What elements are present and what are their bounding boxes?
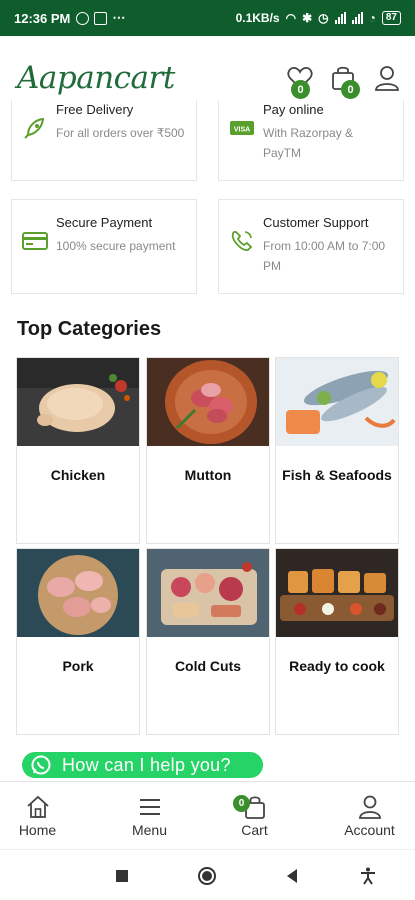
app-notification-icon [94,11,108,25]
home-icon [26,795,49,818]
status-bar: 12:36 PM ⋯ 0.1KB/s ◠ ✱ ◷ ◔ 87 [0,0,415,36]
chicken-image [17,358,139,446]
feature-title: Customer Support [263,215,369,230]
feature-title: Pay online [263,102,324,117]
category-label: Fish & Seafoods [282,467,392,483]
nav-account-label: Account [344,822,395,838]
more-notifications-icon: ⋯ [112,10,126,25]
category-label: Pork [62,658,94,674]
battery-icon: 87 [381,11,401,25]
headphone-icon: ◠ [285,11,297,25]
category-label: Chicken [50,467,106,483]
category-label: Mutton [184,467,232,483]
network-speed: 0.1KB/s [235,11,280,25]
whatsapp-notification-icon [76,11,90,25]
category-card-cold-cuts[interactable]: Cold Cuts [146,548,270,735]
hamburger-menu-icon [139,799,160,815]
visa-card-icon: VISA [230,121,254,135]
feature-desc: 100% secure payment [56,239,176,253]
rocket-icon [24,117,45,139]
category-card-pork[interactable]: Pork [16,548,140,735]
category-label: Cold Cuts [174,658,242,674]
fish-seafood-image [276,358,398,446]
category-card-chicken[interactable]: Chicken [16,357,140,544]
home-button-icon[interactable] [197,866,217,886]
credit-card-icon [22,232,48,250]
cold-cuts-image [147,549,269,637]
wifi-icon: ◔ [368,11,376,25]
bottom-navigation: Home Menu 0 Cart Account [0,781,415,849]
user-icon[interactable] [373,64,401,92]
ready-to-cook-image [276,549,398,637]
recent-apps-icon[interactable] [112,866,132,886]
section-title: Top Categories [17,318,162,340]
nav-home-label: Home [18,822,57,838]
feature-title: Free Delivery [56,102,134,117]
app-header: Aapancart 0 0 [0,36,415,100]
svg-text:VISA: VISA [234,127,250,134]
feature-card-pay-online: VISA Pay online With Razorpay & PayTM [218,100,404,181]
category-card-mutton[interactable]: Mutton [146,357,270,544]
nav-menu[interactable]: Menu [112,782,187,850]
nav-account[interactable]: Account [332,782,407,850]
nav-home[interactable]: Home [0,782,75,850]
system-navigation-bar [0,849,415,900]
user-icon [358,795,381,819]
nav-menu-label: Menu [131,822,168,838]
category-card-fish-seafoods[interactable]: Fish & Seafoods [275,357,399,544]
mutton-image [147,358,269,446]
feature-desc: From 10:00 AM to 7:00 PM [263,239,386,273]
bluetooth-icon: ✱ [302,11,313,25]
status-time: 12:36 PM [14,10,71,26]
nav-cart-count-badge: 0 [233,795,250,812]
signal-icon-2 [351,12,363,24]
feature-desc: For all orders over ₹500 [56,126,185,140]
features-section: Free Delivery For all orders over ₹500 V… [0,100,415,310]
brand-logo[interactable]: Aapancart [17,60,175,96]
accessibility-icon[interactable] [358,866,378,886]
wishlist-count-badge: 0 [291,80,310,99]
phone-icon [231,231,253,252]
feature-card-free-delivery: Free Delivery For all orders over ₹500 [11,100,197,181]
whatsapp-chat-label: How can I help you? [62,754,231,775]
back-icon[interactable] [282,866,302,886]
pork-image [17,549,139,637]
whatsapp-icon [31,755,51,775]
signal-icon [334,12,346,24]
feature-title: Secure Payment [56,215,153,230]
alarm-icon: ◷ [318,11,329,25]
feature-card-customer-support: Customer Support From 10:00 AM to 7:00 P… [218,199,404,294]
nav-cart-label: Cart [241,822,268,838]
feature-card-secure-payment: Secure Payment 100% secure payment [11,199,197,294]
whatsapp-chat-button[interactable]: How can I help you? [22,752,263,778]
category-label: Ready to cook [289,658,385,674]
category-card-ready-to-cook[interactable]: Ready to cook [275,548,399,735]
cart-count-badge: 0 [341,80,360,99]
feature-desc: With Razorpay & PayTM [263,126,354,160]
nav-cart[interactable]: 0 Cart [217,782,292,850]
